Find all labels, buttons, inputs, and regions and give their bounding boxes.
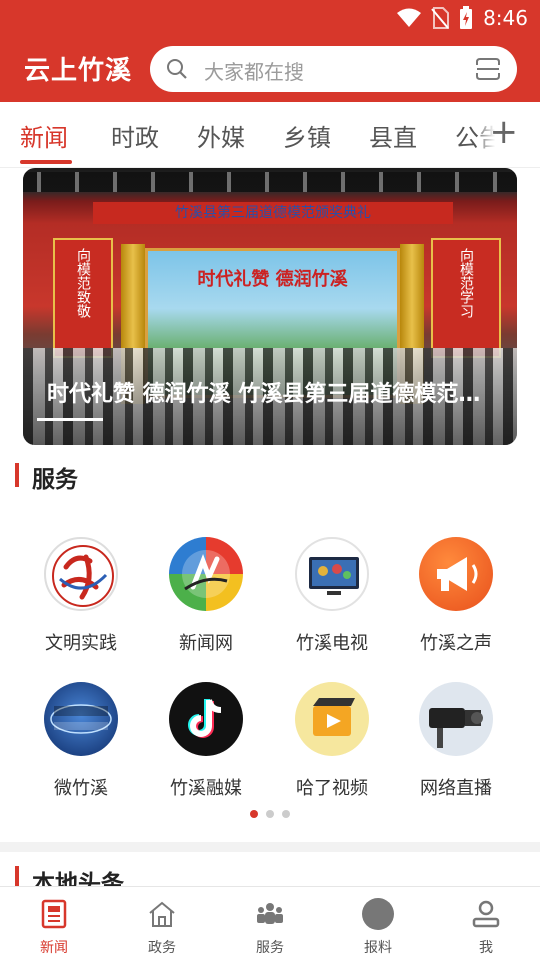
category-tabs: 新闻 时政 外媒 乡镇 县直 公告 + bbox=[0, 102, 540, 168]
page-dot bbox=[282, 810, 290, 818]
ceremony-sign: 竹溪县第三届道德模范颁奖典礼 bbox=[93, 202, 453, 224]
active-tab-indicator bbox=[20, 160, 72, 164]
app-header: 云上竹溪 大家都在搜 bbox=[0, 36, 540, 102]
nav-news[interactable]: 新闻 bbox=[14, 897, 94, 957]
service-news-website[interactable]: 新闻网 bbox=[151, 537, 261, 655]
tab-county-depts[interactable]: 县直 bbox=[369, 118, 417, 153]
tab-news[interactable]: 新闻 bbox=[20, 118, 68, 153]
page-dot bbox=[266, 810, 274, 818]
report-icon bbox=[362, 898, 394, 930]
left-slogan-banner: 向模范致敬 bbox=[53, 238, 113, 358]
tab-foreign-media[interactable]: 外媒 bbox=[197, 118, 245, 153]
service-zhuxi-voice[interactable]: 竹溪之声 bbox=[401, 537, 511, 655]
newspaper-icon bbox=[41, 899, 67, 929]
wifi-icon bbox=[397, 8, 422, 27]
status-bar: 8:46 bbox=[0, 0, 540, 36]
services-title: 服务 bbox=[32, 467, 78, 493]
service-hale-video[interactable]: 哈了视频 bbox=[277, 682, 387, 800]
section-marker bbox=[15, 463, 19, 487]
scan-icon[interactable] bbox=[475, 57, 501, 81]
megaphone-icon bbox=[419, 537, 493, 611]
service-civilization-practice[interactable]: 文明实践 bbox=[26, 537, 136, 655]
news-website-icon bbox=[169, 537, 243, 611]
app-title: 云上竹溪 bbox=[24, 56, 133, 86]
home-icon bbox=[149, 901, 175, 927]
tv-icon bbox=[295, 537, 369, 611]
service-zhuxi-rongmei[interactable]: 竹溪融媒 bbox=[151, 682, 261, 800]
nav-government[interactable]: 政务 bbox=[122, 897, 202, 957]
stage-lights bbox=[23, 172, 517, 192]
wechat-zhuxi-icon bbox=[44, 682, 118, 756]
tiktok-icon bbox=[169, 682, 243, 756]
clock: 8:46 bbox=[483, 6, 528, 30]
people-icon bbox=[257, 903, 283, 924]
service-wechat-zhuxi[interactable]: 微竹溪 bbox=[26, 682, 136, 800]
civilization-practice-icon bbox=[44, 537, 118, 611]
no-sim-icon bbox=[431, 7, 450, 29]
add-channel-icon[interactable]: + bbox=[479, 112, 518, 152]
search-bar[interactable]: 大家都在搜 bbox=[150, 46, 517, 92]
service-live-stream[interactable]: 网络直播 bbox=[401, 682, 511, 800]
right-slogan-banner: 向模范学习 bbox=[431, 238, 501, 358]
headline-banner[interactable]: 竹溪县第三届道德模范颁奖典礼 向模范致敬 向模范学习 时代礼赞 德润竹溪 时代礼… bbox=[23, 168, 517, 445]
search-placeholder: 大家都在搜 bbox=[204, 60, 304, 84]
user-icon bbox=[472, 900, 500, 928]
nav-services[interactable]: 服务 bbox=[230, 897, 310, 957]
service-zhuxi-tv[interactable]: 竹溪电视 bbox=[277, 537, 387, 655]
search-icon bbox=[167, 59, 187, 79]
battery-charging-icon bbox=[460, 6, 473, 29]
banner-caption[interactable]: 时代礼赞 德润竹溪 竹溪县第三届道德模范颁奖典礼 bbox=[47, 376, 497, 408]
live-camera-icon bbox=[419, 682, 493, 756]
nav-me[interactable]: 我 bbox=[446, 897, 526, 957]
page-dot-active bbox=[250, 810, 258, 818]
tab-towns[interactable]: 乡镇 bbox=[283, 118, 331, 153]
service-page-dots bbox=[250, 810, 290, 818]
nav-report[interactable]: 报料 bbox=[338, 897, 418, 957]
banner-page-indicator bbox=[37, 418, 103, 421]
bottom-nav: 新闻 政务 服务 报料 我 bbox=[0, 886, 540, 960]
video-player-icon bbox=[295, 682, 369, 756]
tab-politics[interactable]: 时政 bbox=[111, 118, 159, 153]
section-divider bbox=[0, 842, 540, 852]
